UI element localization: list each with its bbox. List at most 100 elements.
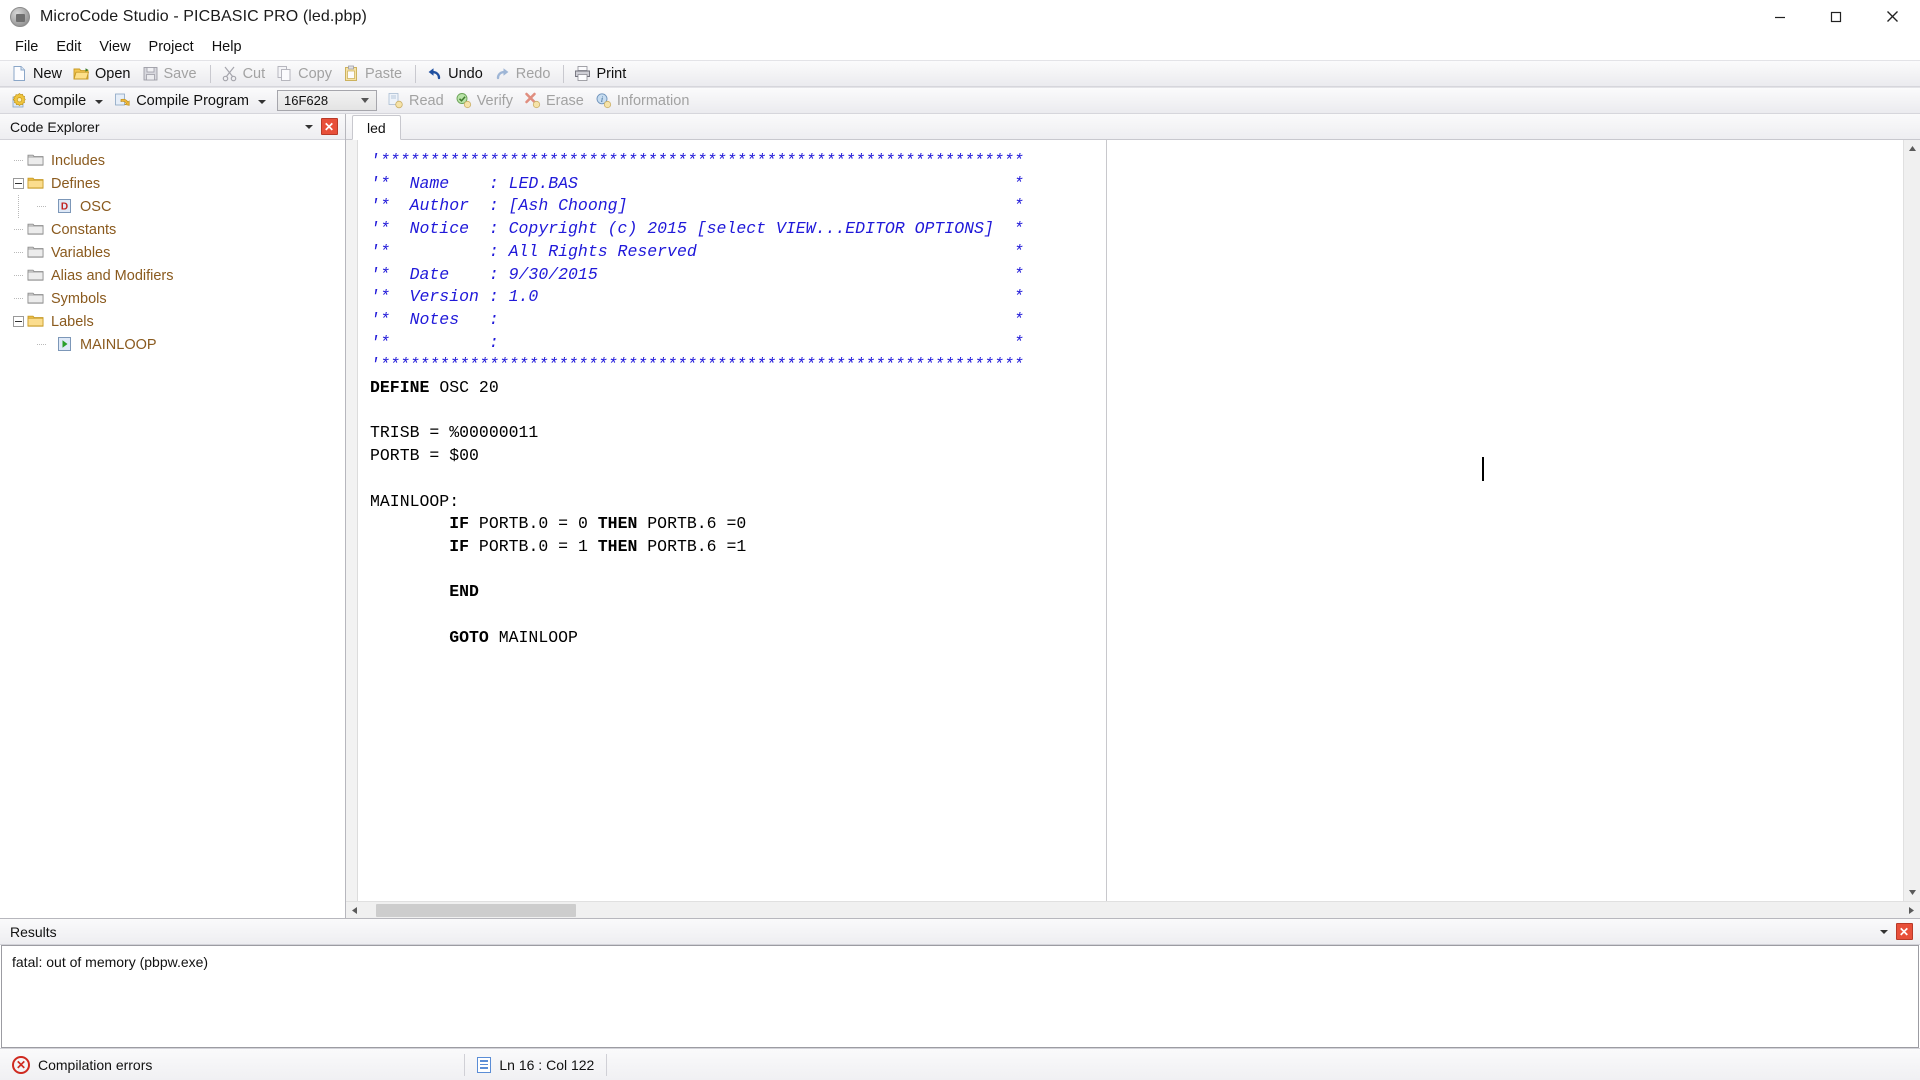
save-button-label: Save [163,65,197,82]
folder-icon [27,152,44,169]
copy-icon [276,65,293,82]
results-close-button[interactable]: ✕ [1894,922,1914,942]
define-icon: D [56,198,73,215]
code-token: MAINLOOP [488,627,578,647]
code-line: '* Date : 9/30/2015 * [370,264,1903,287]
open-button[interactable]: Open [69,62,137,85]
compilation-status-label: Compilation errors [38,1056,153,1073]
scroll-right-icon[interactable] [1903,902,1920,919]
editor-vertical-scrollbar[interactable] [1903,140,1920,901]
menu-file[interactable]: File [6,36,47,58]
results-title: Results [10,923,57,940]
scroll-up-icon[interactable] [1904,140,1920,157]
code-line: GOTO MAINLOOP [370,627,1903,650]
tree-expander-defines[interactable] [10,172,27,195]
tree-item-defines[interactable]: Defines [0,172,345,195]
tree-item-label: Symbols [51,290,107,307]
chevron-down-icon[interactable] [361,98,370,103]
results-panel: Results ✕ fatal: out of memory (pbpw.exe… [0,918,1920,1048]
paste-button[interactable]: Paste [339,62,409,85]
maximize-button[interactable] [1808,0,1864,34]
code-explorer-close-button[interactable]: ✕ [319,117,339,137]
save-button[interactable]: Save [138,62,204,85]
results-output[interactable]: fatal: out of memory (pbpw.exe) [1,945,1919,1048]
code-line: '***************************************… [370,354,1903,377]
scroll-down-icon[interactable] [1904,884,1920,901]
paste-button-label: Paste [365,65,403,82]
code-token: MAINLOOP: [370,491,460,511]
compile-button[interactable]: Compile [7,89,110,112]
tree-item-alias-and-modifiers[interactable]: Alias and Modifiers [0,264,345,287]
undo-arrow-icon [426,65,443,82]
open-button-label: Open [95,65,131,82]
tree-connector [10,218,27,241]
code-area[interactable]: '***************************************… [346,140,1903,901]
menu-project[interactable]: Project [140,36,203,58]
chevron-down-icon[interactable] [95,99,104,104]
code-token: '* Author : [Ash Choong] * [370,196,1024,216]
tree-expander-labels[interactable] [10,310,27,333]
window-controls [1752,0,1920,34]
erase-button[interactable]: Erase [520,89,591,112]
copy-button[interactable]: Copy [272,62,339,85]
code-line [370,604,1903,627]
code-explorer-tree: Includes Defines D OSC Constants Variabl… [0,140,345,918]
toolbar-separator-2 [415,64,417,83]
cut-button[interactable]: Cut [217,62,273,85]
copy-button-label: Copy [298,65,332,82]
read-button[interactable]: Read [383,89,451,112]
tree-item-label: Labels [51,313,94,330]
folder-icon [27,244,44,261]
scroll-left-icon[interactable] [346,902,363,919]
save-diskette-icon [142,65,159,82]
information-button[interactable]: i Information [591,89,697,112]
minimize-button[interactable] [1752,0,1808,34]
new-button[interactable]: New [7,62,69,85]
verify-button[interactable]: Verify [451,89,520,112]
compile-gear-icon [11,92,28,109]
tree-item-mainloop[interactable]: MAINLOOP [0,333,345,356]
status-divider [606,1053,608,1076]
tab-led[interactable]: led [352,115,401,140]
chevron-down-icon[interactable] [258,99,267,104]
source-code[interactable]: '***************************************… [358,140,1903,901]
tree-item-labels[interactable]: Labels [0,310,345,333]
tree-item-constants[interactable]: Constants [0,218,345,241]
redo-button-label: Redo [515,65,551,82]
results-message: fatal: out of memory (pbpw.exe) [12,954,209,970]
device-select[interactable]: 16F628 [277,90,378,111]
tree-item-includes[interactable]: Includes [0,149,345,172]
close-button[interactable] [1864,0,1920,34]
read-icon [387,92,404,109]
menu-view[interactable]: View [90,36,139,58]
code-token: '* : All Rights Reserved * [370,241,1024,261]
code-token: '* Notes : * [370,309,1024,329]
code-line: PORTB = $00 [370,445,1903,468]
svg-text:i: i [601,95,603,104]
menu-edit[interactable]: Edit [47,36,90,58]
code-token: GOTO [449,627,489,647]
redo-button[interactable]: Redo [490,62,558,85]
scissors-icon [221,65,238,82]
code-token: DEFINE [370,378,430,398]
editor-horizontal-scrollbar[interactable] [346,901,1920,918]
menu-help[interactable]: Help [203,36,251,58]
document-icon [477,1056,492,1073]
code-explorer-menu-button[interactable] [299,117,319,137]
compile-program-button[interactable]: Compile Program [110,89,273,112]
editor-gutter [346,140,358,901]
tree-item-osc[interactable]: D OSC [0,195,345,218]
folder-open-icon [27,175,44,192]
page-width-guide [1106,140,1107,901]
code-token: END [449,582,479,602]
horizontal-scroll-track[interactable] [363,902,1903,919]
horizontal-scroll-thumb[interactable] [376,903,576,917]
tree-item-symbols[interactable]: Symbols [0,287,345,310]
results-menu-button[interactable] [1874,922,1894,942]
label-play-icon [56,336,73,353]
code-line: END [370,581,1903,604]
print-button[interactable]: Print [570,62,633,85]
undo-button[interactable]: Undo [422,62,490,85]
tree-item-variables[interactable]: Variables [0,241,345,264]
